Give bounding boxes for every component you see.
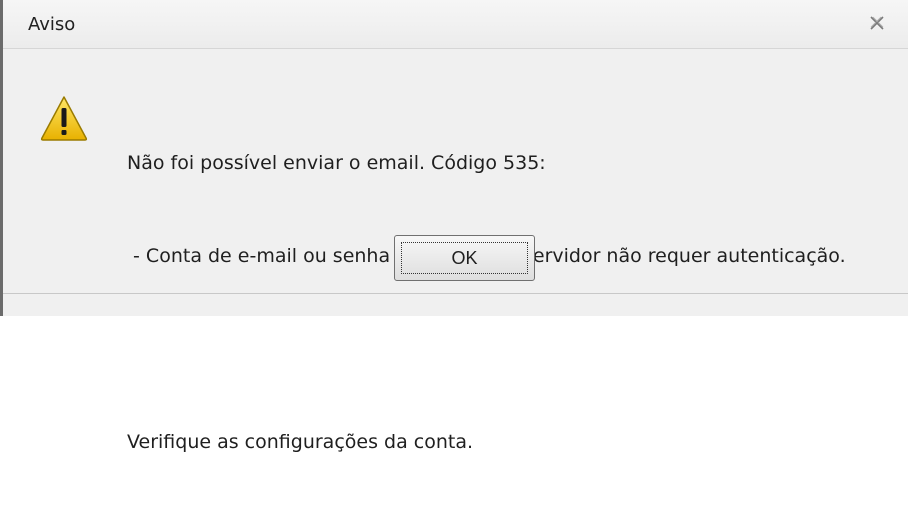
dialog-body: Não foi possível enviar o email. Código … bbox=[3, 49, 908, 453]
close-icon bbox=[870, 16, 884, 30]
close-button[interactable] bbox=[866, 12, 888, 34]
warning-icon bbox=[40, 96, 88, 141]
message-line-blank bbox=[127, 334, 846, 365]
ok-button[interactable]: OK bbox=[394, 235, 535, 281]
dialog-bottom-edge bbox=[3, 293, 908, 316]
message-dialog: Aviso Não foi possível enviar o email. C… bbox=[0, 0, 908, 453]
message-line-hint: Verifique as configurações da conta. bbox=[127, 431, 474, 453]
dialog-title: Aviso bbox=[28, 14, 76, 35]
ok-button-label: OK bbox=[401, 242, 528, 274]
title-bar[interactable]: Aviso bbox=[3, 0, 908, 49]
message-line-error: Não foi possível enviar o email. Código … bbox=[127, 152, 546, 174]
